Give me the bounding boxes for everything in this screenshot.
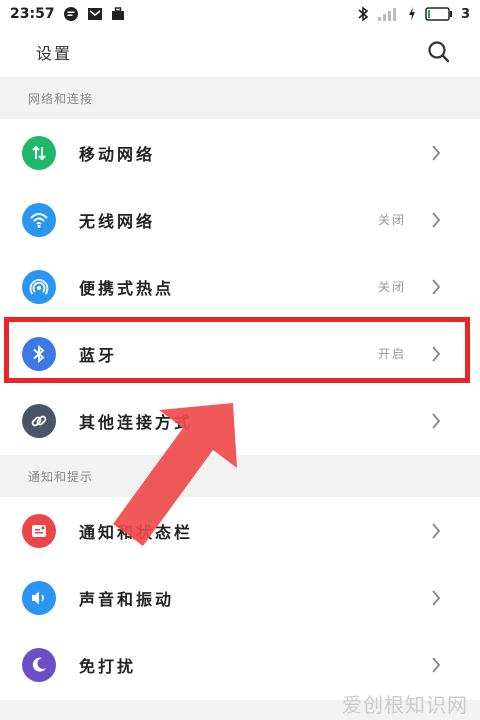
row-label: 无线网络 <box>79 211 156 231</box>
chevron-right-icon <box>426 411 446 431</box>
chat-icon <box>63 6 79 22</box>
chevron-right-icon <box>426 655 446 675</box>
app-header: 设置 <box>0 28 480 76</box>
charging-icon <box>407 6 417 22</box>
settings-row-other-connections[interactable]: 其他连接方式 <box>0 387 480 454</box>
chevron-right-icon <box>426 143 446 163</box>
settings-row-notification-bar[interactable]: 通知和状态栏 <box>0 497 480 564</box>
notification-icon <box>22 513 56 548</box>
chevron-right-icon <box>426 210 446 230</box>
chevron-right-icon <box>426 521 446 541</box>
row-value: 关闭 <box>377 213 406 227</box>
section-header-network: 网络和连接 <box>0 77 480 119</box>
row-label: 便携式热点 <box>79 278 175 298</box>
settings-row-hotspot[interactable]: 便携式热点 关闭 <box>0 253 480 320</box>
link-icon <box>22 403 56 438</box>
page-title: 设置 <box>36 44 73 63</box>
row-label: 通知和状态栏 <box>79 522 194 542</box>
bluetooth-icon <box>357 6 369 22</box>
row-value: 关闭 <box>377 280 406 294</box>
chevron-right-icon <box>426 588 446 608</box>
chevron-right-icon <box>426 277 446 297</box>
settings-row-mobile-network[interactable]: 移动网络 <box>0 119 480 186</box>
section-header-notifications: 通知和提示 <box>0 455 480 497</box>
row-label: 其他连接方式 <box>79 412 194 432</box>
moon-icon <box>22 647 56 682</box>
watermark: 爱创根知识网 <box>342 693 468 717</box>
search-icon[interactable] <box>424 37 454 67</box>
wifi-icon <box>22 202 56 237</box>
battery-percent: 3 <box>460 6 470 22</box>
settings-row-do-not-disturb[interactable]: 免打扰 <box>0 631 480 698</box>
settings-row-wifi[interactable]: 无线网络 关闭 <box>0 186 480 253</box>
highlight-box <box>4 317 470 383</box>
row-label: 移动网络 <box>79 144 156 164</box>
hotspot-icon <box>22 269 56 304</box>
sound-icon <box>22 580 56 615</box>
status-bar: 23:57 3 <box>0 0 480 28</box>
suitcase-icon <box>111 7 125 21</box>
status-time: 23:57 <box>10 6 55 22</box>
battery-icon <box>425 7 453 21</box>
signal-icon <box>377 6 399 22</box>
mobile-data-icon <box>22 135 56 170</box>
row-label: 免打扰 <box>79 656 137 676</box>
row-label: 声音和振动 <box>79 589 175 609</box>
mail-icon <box>87 7 103 21</box>
settings-row-sound[interactable]: 声音和振动 <box>0 564 480 631</box>
